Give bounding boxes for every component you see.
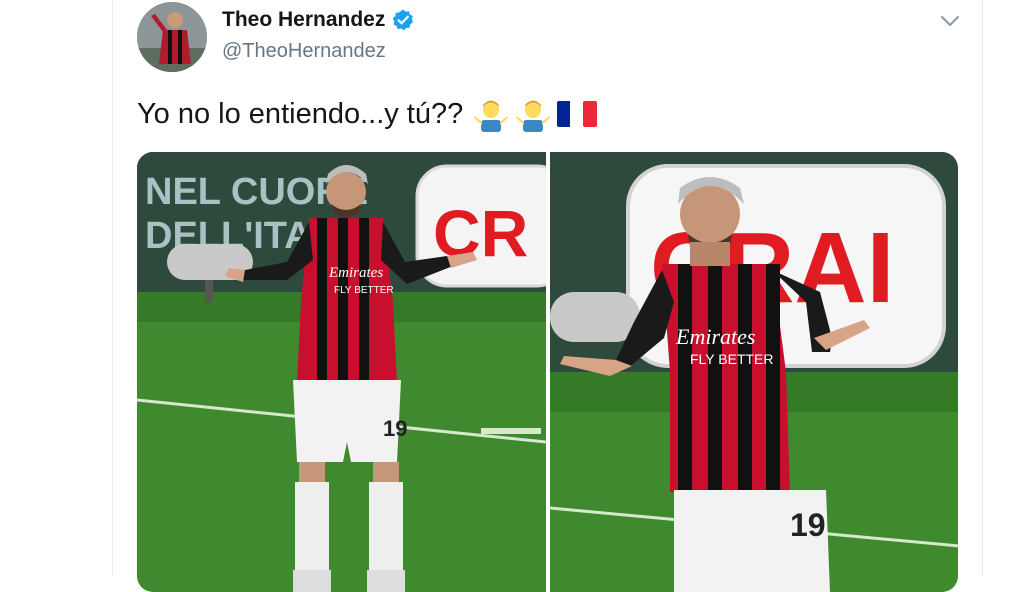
author-name-row[interactable]: Theo Hernandez	[222, 8, 415, 32]
photo-player-shrugging-right[interactable]: CRAI Emirates FLY BETTER	[549, 152, 958, 592]
author-handle[interactable]: @TheoHernandez	[222, 40, 386, 63]
tweet-text-content: Yo no lo entiendo...y tú??	[137, 97, 464, 130]
shirt-slogan: FLY BETTER	[690, 351, 774, 367]
france-flag-emoji	[557, 99, 598, 129]
tweet-text: Yo no lo entiendo...y tú??	[137, 96, 598, 132]
chevron-down-icon[interactable]	[939, 10, 961, 37]
tweet-media-grid[interactable]: NEL CUORE DELL'ITA CR Emirates FLY BETTE…	[137, 152, 958, 592]
man-shrugging-emoji	[473, 96, 509, 132]
tweet-card[interactable]: Theo Hernandez @TheoHernandez Yo no lo e…	[113, 0, 982, 592]
shirt-sponsor: Emirates	[675, 324, 755, 349]
avatar[interactable]	[137, 2, 207, 72]
shirt-sponsor: Emirates	[328, 265, 383, 281]
photo-player-shrugging-left[interactable]: NEL CUORE DELL'ITA CR Emirates FLY BETTE…	[137, 152, 546, 592]
verified-badge-icon	[391, 8, 415, 32]
shirt-slogan: FLY BETTER	[334, 285, 394, 296]
author-name[interactable]: Theo Hernandez	[222, 8, 385, 32]
shirt-number: 19	[790, 507, 826, 543]
shirt-number: 19	[383, 416, 407, 441]
man-shrugging-emoji	[515, 96, 551, 132]
timeline-border-right	[982, 0, 983, 576]
